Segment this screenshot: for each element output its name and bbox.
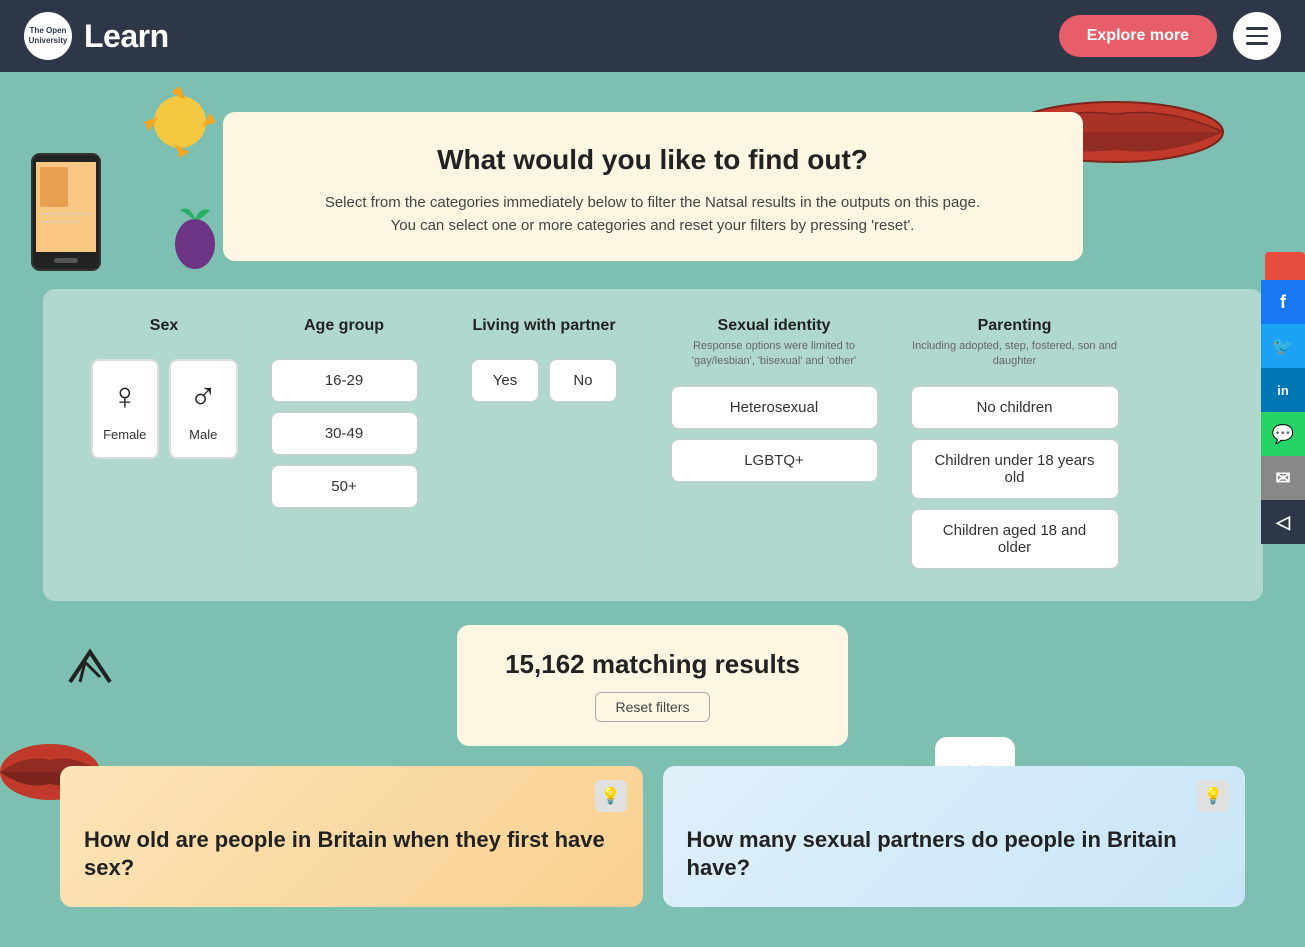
identity-heterosexual-button[interactable]: Heterosexual [671, 386, 878, 429]
linkedin-share-button[interactable]: in [1261, 368, 1305, 412]
sex-filter-col: Sex ♀ Female ♂ Male [75, 317, 255, 569]
female-icon: ♀ [111, 376, 140, 419]
brand-name-bold: Learn [84, 18, 169, 54]
article-card-1: 💡 How old are people in Britain when the… [60, 766, 643, 907]
brand-name: Learn [84, 18, 169, 55]
facebook-share-button[interactable]: f [1261, 280, 1305, 324]
whatsapp-icon: 💬 [1272, 424, 1294, 445]
results-count: 15,162 matching results [505, 649, 800, 680]
male-icon: ♂ [189, 376, 218, 419]
whatsapp-share-button[interactable]: 💬 [1261, 412, 1305, 456]
parenting-filter-subtitle: Including adopted, step, fostered, son a… [911, 339, 1119, 370]
partner-no-button[interactable]: No [549, 359, 617, 402]
site-header: The OpenUniversity Learn Explore more [0, 0, 1305, 72]
parenting-filter-title: Parenting [911, 317, 1119, 335]
parenting-under18-button[interactable]: Children under 18 years old [911, 439, 1119, 499]
menu-line-1 [1246, 27, 1268, 30]
male-label: Male [189, 427, 217, 442]
parenting-no-children-button[interactable]: No children [911, 386, 1119, 429]
facebook-icon: f [1280, 292, 1286, 313]
parenting-buttons-group: No children Children under 18 years old … [911, 386, 1119, 569]
results-section: 15,162 matching results Reset filters [0, 625, 1305, 746]
header-right: Explore more [1059, 12, 1281, 60]
explore-more-button[interactable]: Explore more [1059, 15, 1217, 57]
identity-filter-col: Sexual identity Response options were li… [655, 317, 895, 569]
filter-card-desc-1: Select from the categories immediately b… [263, 192, 1043, 215]
twitter-icon: 🐦 [1272, 336, 1294, 357]
twitter-share-button[interactable]: 🐦 [1261, 324, 1305, 368]
sex-buttons-group: ♀ Female ♂ Male [91, 359, 238, 459]
menu-line-2 [1246, 35, 1268, 38]
filter-card-title: What would you like to find out? [263, 144, 1043, 176]
filter-grid: Sex ♀ Female ♂ Male A [75, 317, 1231, 569]
age-30-49-button[interactable]: 30-49 [271, 412, 418, 455]
age-50plus-button[interactable]: 50+ [271, 465, 418, 508]
menu-button[interactable] [1233, 12, 1281, 60]
partner-filter-col: Living with partner Yes No [435, 317, 655, 569]
sex-filter-title: Sex [91, 317, 238, 335]
age-filter-col: Age group 16-29 30-49 50+ [255, 317, 435, 569]
partner-filter-title: Living with partner [451, 317, 638, 335]
parenting-filter-col: Parenting Including adopted, step, foste… [895, 317, 1135, 569]
share-icon: ◁ [1276, 512, 1290, 533]
article-2-icon: 💡 [1197, 780, 1229, 812]
linkedin-icon: in [1277, 383, 1289, 398]
identity-buttons-group: Heterosexual LGBTQ+ [671, 386, 878, 482]
identity-lgbtq-button[interactable]: LGBTQ+ [671, 439, 878, 482]
ou-logo-icon: The OpenUniversity [24, 12, 72, 60]
reset-filters-button[interactable]: Reset filters [595, 692, 711, 722]
results-card: 15,162 matching results Reset filters [457, 625, 848, 746]
parenting-18plus-button[interactable]: Children aged 18 and older [911, 509, 1119, 569]
identity-filter-title: Sexual identity [671, 317, 878, 335]
age-buttons-group: 16-29 30-49 50+ [271, 359, 418, 508]
more-share-button[interactable]: ◁ [1261, 500, 1305, 544]
articles-row: 💡 How old are people in Britain when the… [0, 766, 1305, 947]
menu-line-3 [1246, 42, 1268, 45]
article-1-icon: 💡 [595, 780, 627, 812]
article-1-title: How old are people in Britain when they … [84, 826, 619, 883]
sex-male-button[interactable]: ♂ Male [169, 359, 238, 459]
email-share-button[interactable]: ✉ [1261, 456, 1305, 500]
age-16-29-button[interactable]: 16-29 [271, 359, 418, 402]
partner-yes-button[interactable]: Yes [471, 359, 539, 402]
identity-filter-subtitle: Response options were limited to 'gay/le… [671, 339, 878, 370]
partner-buttons-group: Yes No [451, 359, 638, 402]
sex-female-button[interactable]: ♀ Female [91, 359, 160, 459]
main-content-area: What would you like to find out? Select … [0, 72, 1305, 947]
filter-panel: Sex ♀ Female ♂ Male A [43, 289, 1263, 601]
email-icon: ✉ [1275, 468, 1290, 489]
social-share-sidebar: f 🐦 in 💬 ✉ ◁ [1261, 280, 1305, 544]
logo-area: The OpenUniversity Learn [24, 12, 169, 60]
filter-card-desc-2: You can select one or more categories an… [263, 215, 1043, 238]
article-card-2: 💡 How many sexual partners do people in … [663, 766, 1246, 907]
filter-intro-card: What would you like to find out? Select … [223, 112, 1083, 261]
female-label: Female [103, 427, 146, 442]
age-filter-title: Age group [271, 317, 418, 335]
article-2-title: How many sexual partners do people in Br… [687, 826, 1222, 883]
